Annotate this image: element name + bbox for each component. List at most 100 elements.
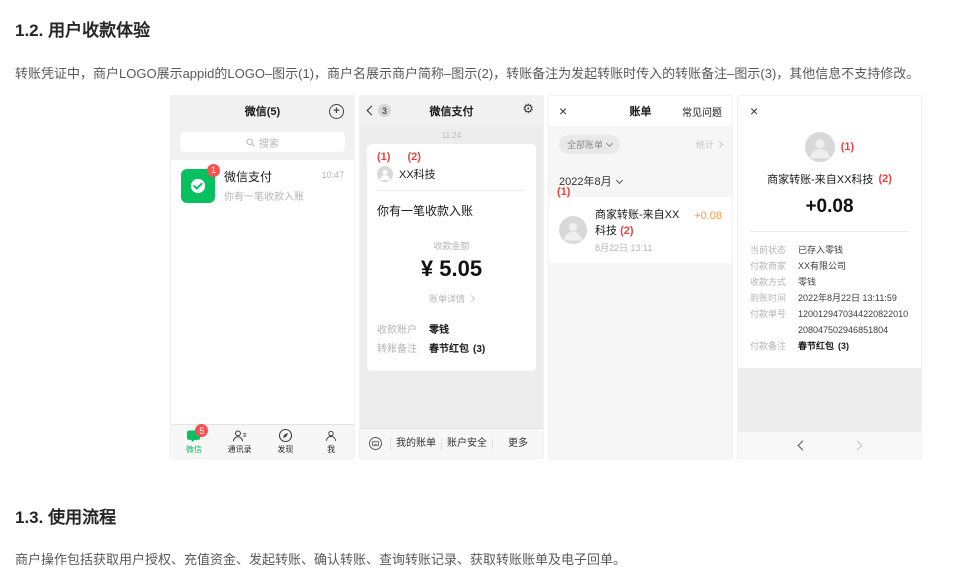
annotations-1-2: (1) (2) [377, 151, 526, 163]
annotation-3: (3) [838, 338, 849, 354]
filter-row: 全部账单 统计 [549, 126, 732, 161]
amount-value: ¥ 5.05 [377, 256, 526, 282]
tab-discover[interactable]: 发现 [263, 425, 309, 458]
screenshot-chat-list: 微信(5) + 搜索 1 微信支付 你有一笔收款入账 10:47 [170, 95, 355, 459]
chevron-down-icon [616, 176, 623, 183]
bill-detail-link[interactable]: 账单详情 [377, 292, 526, 305]
chat-list-header: 微信(5) + [171, 96, 354, 126]
plus-circle-icon[interactable]: + [329, 104, 344, 119]
section-1-2-title: 1.2. 用户收款体验 [15, 0, 957, 41]
bill-item-title: 商家转账-来自XX科技 [595, 209, 679, 237]
faq-link[interactable]: 常见问题 [682, 104, 722, 119]
detail-title-row: 商家转账-来自XX科技 (2) [750, 171, 909, 187]
payment-remark-value: 春节红包 [798, 338, 834, 354]
contacts-icon [231, 428, 248, 443]
menu-more[interactable]: 更多 [492, 438, 543, 450]
method-label: 收款方式 [750, 274, 798, 290]
chat-item-text: 微信支付 你有一笔收款入账 [224, 168, 312, 203]
annotation-2: (2) [408, 151, 421, 163]
next-arrow-icon[interactable] [852, 440, 862, 450]
message-title: 你有一笔收款入账 [377, 191, 526, 223]
section-1-3-title: 1.3. 使用流程 [15, 503, 957, 528]
annotation-3: (3) [473, 340, 485, 359]
bill-item-text: 商家转账-来自XX科技 (2) 8月22日 13:11 [595, 206, 686, 254]
merchant-row: XX科技 [377, 166, 526, 191]
receive-account-value: 零钱 [429, 321, 449, 340]
prev-arrow-icon[interactable] [797, 440, 807, 450]
wechat-pay-icon: 1 [181, 169, 215, 203]
annotation-2: (2) [620, 225, 633, 237]
back-button[interactable]: 3 [368, 104, 391, 117]
payment-message-card[interactable]: (1) (2) XX科技 你有一笔收款入账 收款金额 ¥ 5.05 账单详情 收… [367, 144, 536, 371]
tab-discover-label: 发现 [277, 444, 293, 455]
bill-list-item[interactable]: (1) 商家转账-来自XX科技 (2) 8月22日 13:11 +0.08 [549, 197, 732, 263]
detail-bottom-nav [738, 431, 921, 458]
unread-badge: 1 [207, 164, 220, 177]
amount-label: 收款金额 [377, 239, 526, 252]
message-timestamp: 11:24 [360, 131, 543, 140]
annotation-2: (2) [878, 173, 891, 185]
chevron-down-icon [606, 140, 613, 147]
payment-remark-label: 付款备注 [750, 338, 798, 354]
merchant-avatar [377, 166, 393, 182]
bill-detail-label: 账单详情 [429, 292, 465, 305]
chevron-right-icon [468, 295, 475, 302]
bill-detail-card: × (1) 商家转账-来自XX科技 (2) +0.08 当前状态 已存入零钱 付… [738, 96, 921, 368]
payment-no-label: 付款单号 [750, 306, 798, 338]
tab-chats-badge: 5 [195, 424, 208, 437]
method-row: 收款方式 零钱 [750, 274, 909, 290]
search-placeholder: 搜索 [259, 135, 279, 150]
keyboard-icon[interactable] [360, 436, 390, 451]
arrival-time-label: 到账时间 [750, 290, 798, 306]
close-icon[interactable]: × [750, 104, 909, 118]
stats-link[interactable]: 统计 [696, 138, 722, 151]
payment-no-row: 付款单号 12001294703442208220102080475029468… [750, 306, 909, 338]
chat-item-title: 微信支付 [224, 168, 312, 185]
search-icon [246, 138, 255, 147]
tab-contacts[interactable]: 通讯录 [217, 425, 263, 458]
screenshots-strip: 微信(5) + 搜索 1 微信支付 你有一笔收款入账 10:47 [170, 95, 957, 459]
payment-remark-row: 付款备注 春节红包 (3) [750, 338, 909, 354]
status-label: 当前状态 [750, 242, 798, 258]
back-unread-badge: 3 [378, 104, 391, 117]
annotation-1: (1) [377, 151, 390, 163]
all-bills-label: 全部账单 [567, 138, 603, 151]
official-account-menu: 我的账单 账户安全 更多 [360, 428, 543, 458]
payer-label: 付款商家 [750, 258, 798, 274]
screenshot-payment-message: 3 微信支付 ⚙ 11:24 (1) (2) XX科技 你有一笔收款入账 收款金… [359, 95, 544, 459]
detail-rows: 当前状态 已存入零钱 付款商家 XX有限公司 收款方式 零钱 到账时间 2022… [750, 231, 909, 354]
all-bills-filter[interactable]: 全部账单 [559, 135, 620, 154]
payment-msg-header: 3 微信支付 ⚙ [360, 96, 543, 126]
annotation-1: (1) [557, 186, 570, 198]
chat-item-subtitle: 你有一笔收款入账 [224, 188, 312, 203]
arrival-time-value: 2022年8月22日 13:11:59 [798, 290, 909, 306]
chat-item-wechat-pay[interactable]: 1 微信支付 你有一笔收款入账 10:47 [171, 160, 354, 211]
tab-me[interactable]: 我 [308, 425, 354, 458]
tab-chats[interactable]: 5 微信 [171, 425, 217, 458]
transfer-remark-label: 转账备注 [377, 340, 429, 359]
chevron-right-icon [716, 141, 723, 148]
merchant-name: XX科技 [399, 166, 436, 182]
month-section-header[interactable]: 2022年8月 [549, 161, 732, 197]
detail-amount: +0.08 [750, 196, 909, 218]
search-input[interactable]: 搜索 [180, 132, 345, 152]
payer-value: XX有限公司 [798, 258, 909, 274]
annotation-1: (1) [841, 141, 854, 153]
bill-item-title-row: 商家转账-来自XX科技 (2) [595, 206, 686, 238]
bottom-tab-bar: 5 微信 通讯录 发现 我 [171, 424, 354, 458]
transfer-remark-row: 转账备注 春节红包 (3) [377, 340, 526, 359]
menu-account-security[interactable]: 账户安全 [441, 438, 492, 450]
chat-item-time: 10:47 [321, 170, 344, 180]
gear-icon[interactable]: ⚙ [522, 102, 534, 115]
compass-icon [277, 428, 294, 443]
status-value: 已存入零钱 [798, 242, 909, 258]
method-value: 零钱 [798, 274, 909, 290]
search-bar-area: 搜索 [171, 126, 354, 160]
detail-title: 商家转账-来自XX科技 [767, 171, 873, 187]
tab-contacts-label: 通讯录 [228, 444, 252, 455]
payment-msg-title: 微信支付 [430, 103, 474, 119]
person-icon [323, 428, 340, 443]
chat-list-title: 微信(5) [245, 103, 280, 119]
bill-list-header: × 账单 常见问题 [549, 96, 732, 126]
menu-my-bills[interactable]: 我的账单 [390, 438, 441, 450]
